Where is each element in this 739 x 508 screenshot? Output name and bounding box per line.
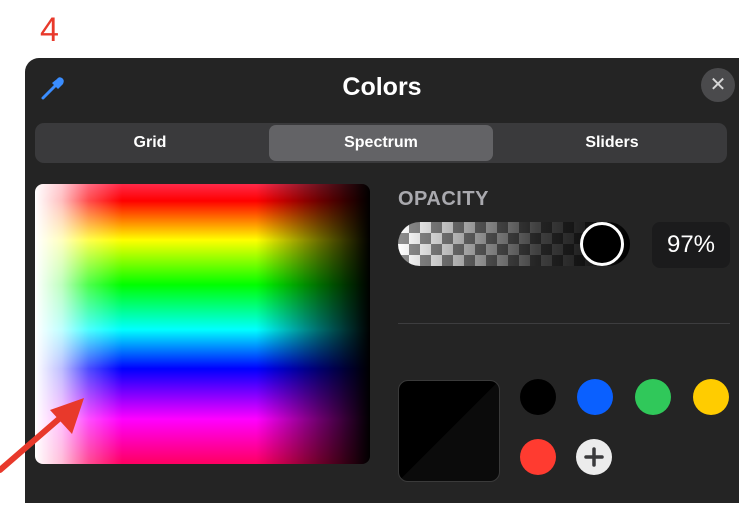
close-icon: ✕	[709, 74, 727, 96]
tab-spectrum[interactable]: Spectrum	[269, 125, 493, 161]
colors-panel: Colors ✕ Grid Spectrum Sliders OPACITY 9…	[25, 58, 739, 503]
tab-sliders[interactable]: Sliders	[497, 125, 727, 161]
opacity-value-field[interactable]: 97%	[652, 222, 730, 268]
panel-title: Colors	[342, 73, 422, 101]
saved-color-blue[interactable]	[577, 379, 613, 415]
saved-color-red[interactable]	[520, 439, 556, 475]
opacity-label: OPACITY	[398, 188, 489, 210]
saved-color-black[interactable]	[520, 379, 556, 415]
add-color-button[interactable]	[576, 439, 612, 475]
current-color-swatch	[398, 380, 500, 482]
plus-icon	[584, 447, 604, 467]
close-button[interactable]: ✕	[701, 68, 735, 102]
segmented-control: Grid Spectrum Sliders	[35, 123, 727, 163]
tab-grid[interactable]: Grid	[35, 125, 265, 161]
red-arrow-icon	[0, 390, 90, 503]
saved-color-green[interactable]	[635, 379, 671, 415]
divider	[398, 323, 730, 324]
step-number: 4	[40, 11, 59, 49]
saved-color-yellow[interactable]	[693, 379, 729, 415]
